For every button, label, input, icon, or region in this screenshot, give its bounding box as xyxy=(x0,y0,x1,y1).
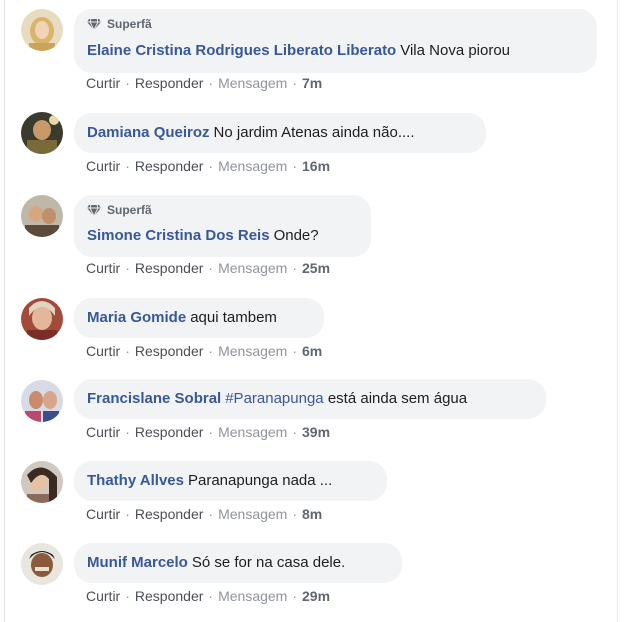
comment-bubble: Damiana Queiroz No jardim Atenas ainda nã… xyxy=(74,113,486,153)
comment-text: aqui tambem xyxy=(190,309,277,326)
avatar[interactable] xyxy=(21,461,63,503)
reply-link[interactable]: Responder xyxy=(135,260,204,276)
like-link[interactable]: Curtir xyxy=(86,260,120,276)
comment-actions: Curtir · Responder · Mensagem · 25m xyxy=(86,260,331,276)
avatar[interactable] xyxy=(21,298,63,340)
like-link[interactable]: Curtir xyxy=(86,506,120,522)
message-link[interactable]: Mensagem xyxy=(218,75,287,91)
comment-actions: Curtir · Responder · Mensagem · 7m xyxy=(86,75,323,91)
comment-actions: Curtir · Responder · Mensagem · 16m xyxy=(86,158,331,174)
reply-link[interactable]: Responder xyxy=(135,588,204,604)
timestamp[interactable]: 25m xyxy=(302,260,330,276)
left-border xyxy=(4,0,5,622)
hashtag-link[interactable]: #Paranapunga xyxy=(225,390,323,407)
timestamp[interactable]: 39m xyxy=(302,424,330,440)
avatar[interactable] xyxy=(21,380,63,422)
avatar[interactable] xyxy=(21,195,63,237)
timestamp[interactable]: 7m xyxy=(302,75,322,91)
timestamp[interactable]: 16m xyxy=(302,158,330,174)
badge-label: Superfã xyxy=(107,203,152,217)
reply-link[interactable]: Responder xyxy=(135,506,204,522)
message-link[interactable]: Mensagem xyxy=(218,424,287,440)
like-link[interactable]: Curtir xyxy=(86,588,120,604)
badge-label: Superfã xyxy=(107,17,152,31)
comment-text: está ainda sem água xyxy=(327,390,468,407)
like-link[interactable]: Curtir xyxy=(86,158,120,174)
timestamp[interactable]: 8m xyxy=(302,506,322,522)
comment-bubble: Francislane Sobral #Paranapunga está aind… xyxy=(74,379,546,419)
avatar[interactable] xyxy=(21,9,63,51)
reply-link[interactable]: Responder xyxy=(135,424,204,440)
message-link[interactable]: Mensagem xyxy=(218,343,287,359)
right-border xyxy=(617,0,618,622)
superfan-badge: Superfã xyxy=(87,201,358,219)
author-name[interactable]: Elaine Cristina Rodrigues Liberato Liber… xyxy=(87,42,396,59)
diamond-icon xyxy=(87,204,101,216)
like-link[interactable]: Curtir xyxy=(86,343,120,359)
superfan-badge: Superfã xyxy=(87,15,584,33)
author-name[interactable]: Simone Cristina Dos Reis xyxy=(87,227,270,244)
like-link[interactable]: Curtir xyxy=(86,424,120,440)
author-name[interactable]: Thathy Allves xyxy=(87,472,184,489)
reply-link[interactable]: Responder xyxy=(135,158,204,174)
message-link[interactable]: Mensagem xyxy=(218,260,287,276)
comment-actions: Curtir · Responder · Mensagem · 29m xyxy=(86,588,331,604)
comment-bubble: Munif Marcelo Só se for na casa dele. xyxy=(74,543,402,583)
diamond-icon xyxy=(87,18,101,30)
message-link[interactable]: Mensagem xyxy=(218,158,287,174)
reply-link[interactable]: Responder xyxy=(135,343,204,359)
author-name[interactable]: Maria Gomide xyxy=(87,309,186,326)
author-name[interactable]: Damiana Queiroz xyxy=(87,124,210,141)
author-name[interactable]: Munif Marcelo xyxy=(87,554,188,571)
message-link[interactable]: Mensagem xyxy=(218,588,287,604)
comment-actions: Curtir · Responder · Mensagem · 39m xyxy=(86,424,331,440)
comment-bubble: Superfã Simone Cristina Dos Reis Onde? xyxy=(74,195,371,257)
comment-text: Paranapunga nada ... xyxy=(187,472,333,489)
timestamp[interactable]: 29m xyxy=(302,588,330,604)
like-link[interactable]: Curtir xyxy=(86,75,120,91)
reply-link[interactable]: Responder xyxy=(135,75,204,91)
timestamp[interactable]: 6m xyxy=(302,343,322,359)
message-link[interactable]: Mensagem xyxy=(218,506,287,522)
comment-bubble: Thathy Allves Paranapunga nada ... xyxy=(74,461,387,501)
comment-actions: Curtir · Responder · Mensagem · 6m xyxy=(86,343,323,359)
comment-text: Onde? xyxy=(273,227,319,244)
comment-bubble: Superfã Elaine Cristina Rodrigues Libera… xyxy=(74,9,597,73)
author-name[interactable]: Francislane Sobral xyxy=(87,390,221,407)
comment-text: Só se for na casa dele. xyxy=(191,554,346,571)
comment-text: Vila Nova piorou xyxy=(400,42,511,59)
avatar[interactable] xyxy=(21,543,63,585)
avatar[interactable] xyxy=(21,112,63,154)
comment-actions: Curtir · Responder · Mensagem · 8m xyxy=(86,506,323,522)
comment-text: No jardim Atenas ainda não.... xyxy=(213,124,415,141)
comment-bubble: Maria Gomide aqui tambem xyxy=(74,298,324,338)
